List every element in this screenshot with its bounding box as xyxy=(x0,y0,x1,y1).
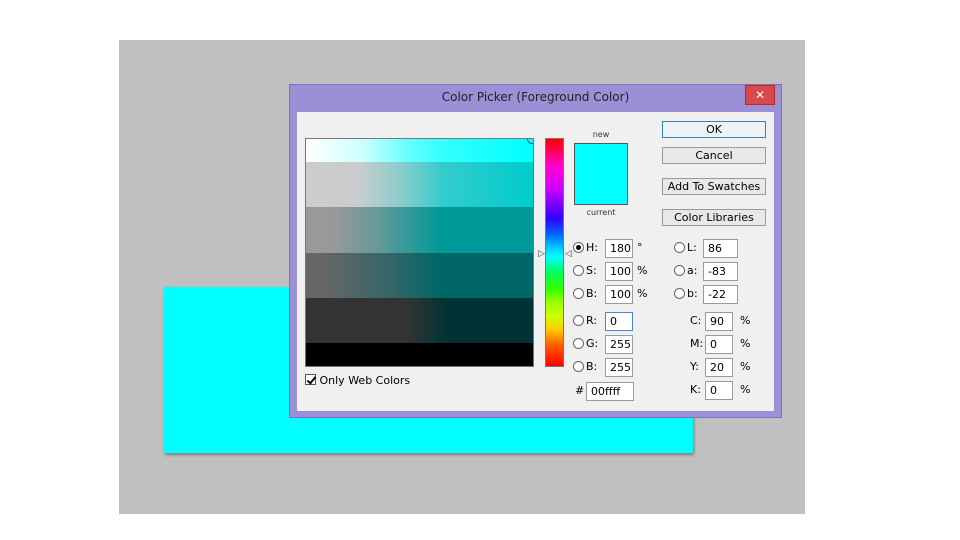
lightness-row: L: 86 xyxy=(674,239,764,259)
hue-slider-left-arrow[interactable]: ▷ xyxy=(538,249,545,259)
blue-row: B: 255 xyxy=(573,358,663,378)
color-field-band xyxy=(306,139,533,162)
black-row: K: 0 % xyxy=(690,381,770,401)
close-icon: ✕ xyxy=(754,88,766,102)
add-to-swatches-button[interactable]: Add To Swatches xyxy=(662,178,766,195)
ok-button[interactable]: OK xyxy=(662,121,766,138)
saturation-input[interactable]: 100 xyxy=(605,262,633,281)
cyan-row: C: 90 % xyxy=(690,312,770,332)
new-color-swatch xyxy=(574,143,628,174)
lab-a-input[interactable]: -83 xyxy=(703,262,738,281)
saturation-radio[interactable] xyxy=(573,265,584,276)
green-label: G: xyxy=(586,337,599,350)
black-label: K: xyxy=(690,383,701,396)
brightness-radio[interactable] xyxy=(573,288,584,299)
blue-label: B: xyxy=(586,360,598,373)
lab-b-row: b: -22 xyxy=(674,285,764,305)
color-field-band xyxy=(306,298,533,343)
hex-row: # 00ffff xyxy=(573,382,663,402)
black-unit: % xyxy=(740,383,751,396)
hue-slider-bar[interactable] xyxy=(545,138,564,367)
saturation-label: S: xyxy=(586,264,597,277)
hue-unit: ° xyxy=(637,241,643,254)
hue-label: H: xyxy=(586,241,598,254)
lab-b-label: b: xyxy=(687,287,698,300)
current-swatch-label: current xyxy=(586,208,616,217)
magenta-row: M: 0 % xyxy=(690,335,770,355)
brightness-label: B: xyxy=(586,287,598,300)
black-input[interactable]: 0 xyxy=(705,381,733,400)
only-web-colors-option[interactable]: Only Web Colors xyxy=(305,374,410,387)
color-field-band xyxy=(306,207,533,253)
green-input[interactable]: 255 xyxy=(605,335,633,354)
blue-radio[interactable] xyxy=(573,361,584,372)
red-radio[interactable] xyxy=(573,315,584,326)
color-field[interactable] xyxy=(305,138,534,367)
color-field-band xyxy=(306,253,533,298)
lab-b-radio[interactable] xyxy=(674,288,685,299)
red-input[interactable]: 0 xyxy=(605,312,633,331)
hue-slider-right-arrow[interactable]: ◁ xyxy=(565,249,572,259)
brightness-row: B: 100 % xyxy=(573,285,663,305)
dialog-client-area: ▷ ◁ new current OK Cancel Add To Swatche… xyxy=(297,112,774,411)
color-libraries-button[interactable]: Color Libraries xyxy=(662,209,766,226)
yellow-input[interactable]: 20 xyxy=(705,358,733,377)
close-button[interactable]: ✕ xyxy=(745,85,775,105)
color-picker-dialog: Color Picker (Foreground Color) ✕ ▷ ◁ ne… xyxy=(289,84,782,418)
current-color-swatch[interactable] xyxy=(574,174,628,205)
saturation-unit: % xyxy=(637,264,648,277)
yellow-unit: % xyxy=(740,360,751,373)
red-label: R: xyxy=(586,314,598,327)
yellow-label: Y: xyxy=(690,360,699,373)
green-radio[interactable] xyxy=(573,338,584,349)
only-web-colors-label: Only Web Colors xyxy=(319,374,411,387)
magenta-unit: % xyxy=(740,337,751,350)
hue-input[interactable]: 180 xyxy=(605,239,633,258)
color-field-band xyxy=(306,343,533,366)
color-field-cursor[interactable] xyxy=(527,139,533,144)
blue-input[interactable]: 255 xyxy=(605,358,633,377)
hex-input[interactable]: 00ffff xyxy=(586,382,634,401)
magenta-input[interactable]: 0 xyxy=(705,335,733,354)
new-swatch-label: new xyxy=(592,130,610,139)
lightness-label: L: xyxy=(687,241,697,254)
hue-row: H: 180 ° xyxy=(573,239,663,259)
red-row: R: 0 xyxy=(573,312,663,332)
lab-b-input[interactable]: -22 xyxy=(703,285,738,304)
brightness-input[interactable]: 100 xyxy=(605,285,633,304)
lab-a-row: a: -83 xyxy=(674,262,764,282)
cyan-input[interactable]: 90 xyxy=(705,312,733,331)
lightness-radio[interactable] xyxy=(674,242,685,253)
dialog-title: Color Picker (Foreground Color) xyxy=(441,90,630,104)
magenta-label: M: xyxy=(690,337,704,350)
yellow-row: Y: 20 % xyxy=(690,358,770,378)
brightness-unit: % xyxy=(637,287,648,300)
lab-a-label: a: xyxy=(687,264,698,277)
lab-a-radio[interactable] xyxy=(674,265,685,276)
hex-label: # xyxy=(575,384,585,397)
saturation-row: S: 100 % xyxy=(573,262,663,282)
cancel-button[interactable]: Cancel xyxy=(662,147,766,164)
dialog-titlebar[interactable]: Color Picker (Foreground Color) ✕ xyxy=(290,85,781,112)
hue-radio[interactable] xyxy=(573,242,584,253)
lightness-input[interactable]: 86 xyxy=(703,239,738,258)
green-row: G: 255 xyxy=(573,335,663,355)
only-web-colors-checkbox[interactable] xyxy=(305,374,316,385)
cyan-label: C: xyxy=(690,314,702,327)
color-field-band xyxy=(306,162,533,207)
cyan-unit: % xyxy=(740,314,751,327)
